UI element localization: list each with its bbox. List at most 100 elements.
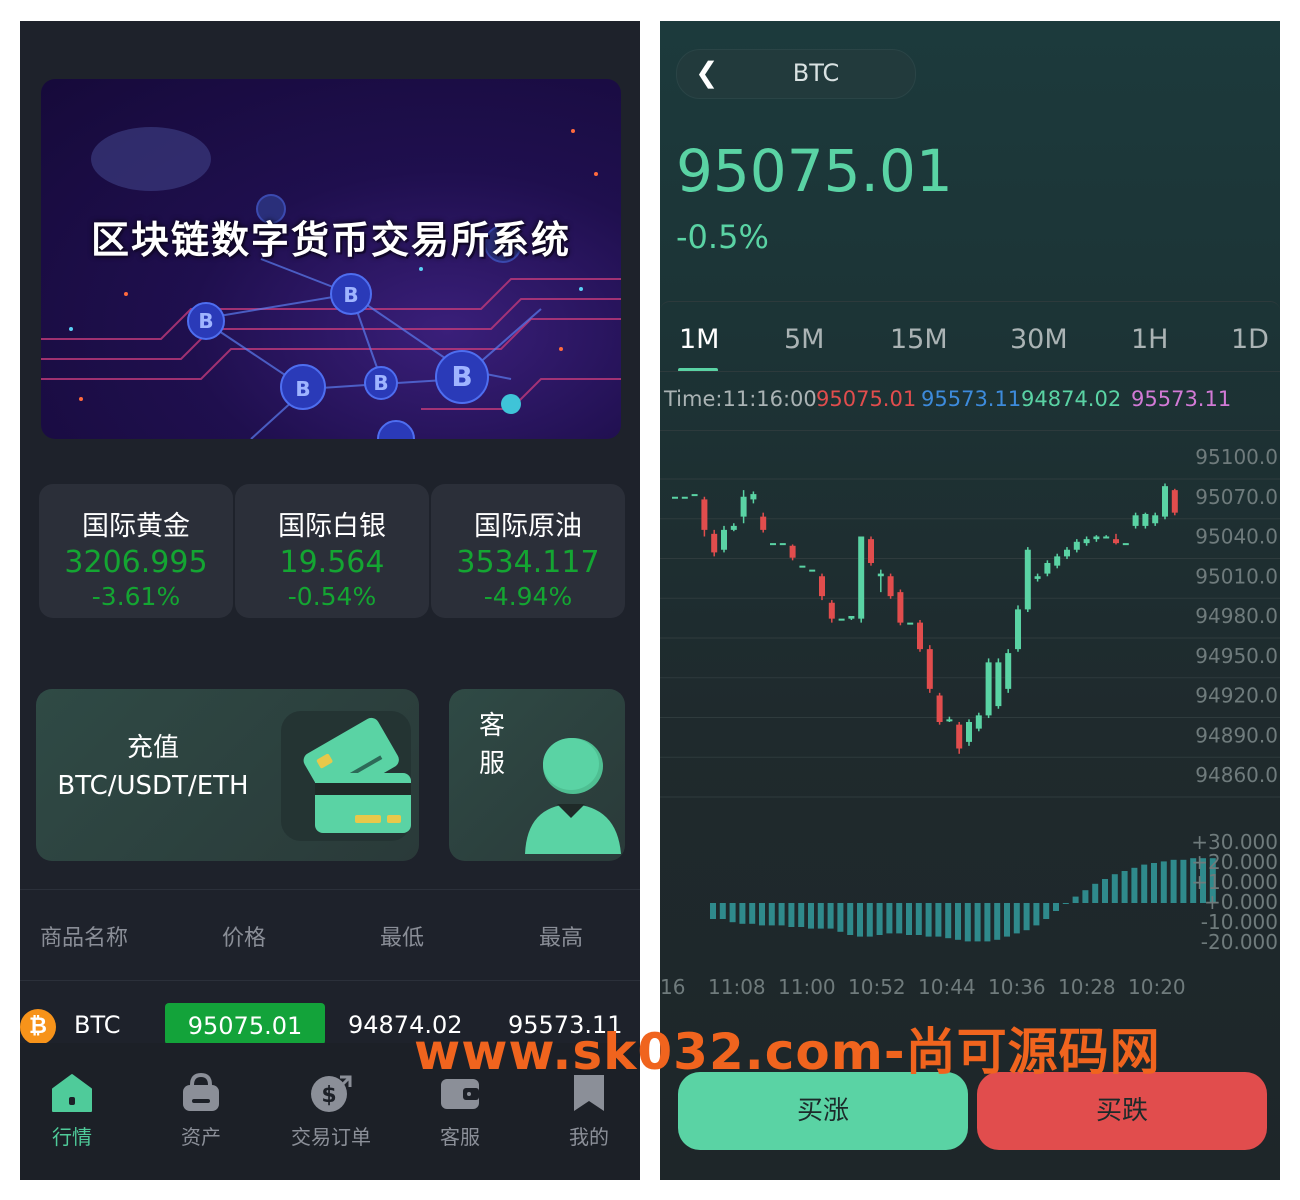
nav-item-mine[interactable]: 我的 <box>534 1073 640 1150</box>
macd-bar <box>896 903 903 934</box>
market-table-header: 商品名称 价格 最低 最高 <box>20 889 640 981</box>
header-pill: ❮ BTC <box>676 49 916 99</box>
macd-bar <box>945 903 952 939</box>
svg-text:$: $ <box>321 1083 336 1108</box>
candle-body <box>1152 515 1159 524</box>
macd-bar <box>749 903 756 924</box>
candle-body <box>819 576 825 597</box>
candle-body <box>789 545 796 558</box>
x-tick-label: 10:36 <box>988 975 1046 999</box>
candle-body <box>868 539 874 563</box>
current-price: 95075.01 <box>676 137 953 205</box>
candle-body <box>887 576 894 597</box>
candle-body <box>936 695 943 722</box>
quote-card-gold[interactable]: 国际黄金 3206.995 -3.61% <box>39 484 233 618</box>
candlestick-chart[interactable]: 95100.0 95070.0 95040.0 95010.0 94980.0 94950… <box>660 429 1280 1029</box>
candle-body <box>1015 609 1021 650</box>
candle-body <box>1034 576 1041 579</box>
macd-bar <box>994 903 1001 940</box>
candle-body <box>750 494 757 500</box>
info-low: 94874.02 <box>1021 387 1122 411</box>
nav-item-orders[interactable]: $ 交易订单 <box>276 1073 386 1150</box>
nav-label: 交易订单 <box>291 1125 371 1149</box>
macd-bar <box>710 903 716 919</box>
candle-body <box>799 565 806 568</box>
macd-bar <box>1111 874 1118 903</box>
tab-1h[interactable]: 1H <box>1131 324 1168 355</box>
candle-body <box>966 722 972 742</box>
macd-bar <box>798 903 805 927</box>
candle-body <box>691 494 698 497</box>
macd-bar <box>1160 861 1167 903</box>
tab-5m[interactable]: 5M <box>784 324 824 355</box>
quote-card-oil[interactable]: 国际原油 3534.117 -4.94% <box>431 484 625 618</box>
macd-bar <box>974 903 981 942</box>
tab-1m[interactable]: 1M <box>679 324 719 355</box>
y-tick-label: 95040.0 <box>1195 525 1278 549</box>
macd-bar <box>1013 903 1020 934</box>
home-icon <box>52 1074 92 1112</box>
candle-body <box>1083 539 1090 544</box>
macd-bar <box>837 903 844 932</box>
candle-body <box>975 715 982 729</box>
quote-change: -4.94% <box>483 582 573 611</box>
candle-body <box>1171 490 1178 513</box>
macd-bar <box>739 903 746 924</box>
macd-bar <box>876 903 883 935</box>
bitcoin-icon: ₿ <box>20 1009 56 1045</box>
macd-bar <box>719 903 726 919</box>
candle-body <box>946 719 953 722</box>
service-char-2: 服 <box>478 749 505 779</box>
y-tick-label: 94950.0 <box>1195 644 1278 668</box>
macd-bar <box>1121 871 1128 903</box>
nav-item-service[interactable]: 客服 <box>405 1073 515 1150</box>
macd-bar <box>964 903 971 942</box>
recharge-title: 充值 <box>126 733 179 763</box>
nav-label: 资产 <box>181 1125 221 1149</box>
tab-30m[interactable]: 30M <box>1010 324 1068 355</box>
macd-bar <box>886 903 893 934</box>
candle-body <box>672 496 678 499</box>
y-tick-label: 94860.0 <box>1195 763 1278 787</box>
macd-bar <box>984 903 991 942</box>
promo-banner[interactable]: B B B B B 区块链数字货币交易所系统 <box>41 79 621 439</box>
macd-bar <box>1180 859 1187 903</box>
quote-card-silver[interactable]: 国际白银 19.564 -0.54% <box>235 484 429 618</box>
candle-body <box>711 533 718 553</box>
macd-bar <box>935 903 942 937</box>
svg-text:B: B <box>343 283 358 307</box>
tab-1d[interactable]: 1D <box>1231 324 1269 355</box>
candle-body <box>1054 556 1061 566</box>
quote-change: -3.61% <box>91 582 181 611</box>
nav-item-market[interactable]: 行情 <box>20 1073 127 1150</box>
price-change: -0.5% <box>676 218 769 256</box>
nav-label: 客服 <box>440 1125 480 1149</box>
candle-body <box>730 525 737 530</box>
pair-title: BTC <box>792 59 840 87</box>
tab-15m[interactable]: 15M <box>890 324 948 355</box>
col-low-header: 最低 <box>380 926 425 951</box>
col-name-header: 商品名称 <box>40 926 129 951</box>
macd-bar <box>1092 883 1099 903</box>
service-label: 客 服 <box>477 707 507 783</box>
macd-bar <box>1043 903 1050 919</box>
ohlc-info-bar: Time:11:16:00 95075.01 95573.11 94874.02… <box>660 371 1280 431</box>
trade-detail-screen: ❮ BTC 95075.01 -0.5% 1M 5M 15M 30M 1H 1D… <box>660 21 1280 1180</box>
nav-item-assets[interactable]: 资产 <box>146 1072 256 1150</box>
info-high: 95573.11 <box>921 387 1022 411</box>
col-high-header: 最高 <box>539 926 584 951</box>
macd-bar <box>817 903 824 929</box>
x-tick-label: 10:28 <box>1058 975 1116 999</box>
y-tick-label: 95010.0 <box>1195 564 1278 588</box>
recharge-card[interactable]: 充值 BTC/USDT/ETH <box>36 689 419 861</box>
candle-body <box>681 496 688 499</box>
macd-bar <box>857 903 863 937</box>
x-tick-label: 11:00 <box>778 975 836 999</box>
home-screen: B B B B B 区块链数字货币交易所系统 国际黄金 3206.995 -3.… <box>20 21 640 1180</box>
y-tick-label: 94890.0 <box>1195 723 1278 747</box>
macd-bar <box>759 903 765 926</box>
x-tick-label: 16 <box>660 975 685 999</box>
candle-body <box>838 618 845 621</box>
macd-bar <box>1082 890 1089 903</box>
customer-service-card[interactable]: 客 服 <box>449 689 625 861</box>
